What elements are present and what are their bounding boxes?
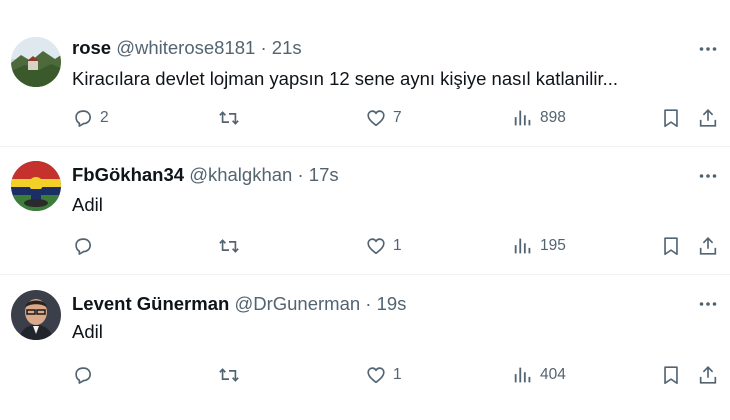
separator-dot: · [297,164,304,185]
tweet-header: Levent Günerman @DrGunerman · 19s [72,293,406,315]
reply-button[interactable]: 2 [72,104,109,132]
bookmark-button[interactable] [660,361,682,389]
timestamp[interactable]: 19s [377,293,407,314]
reply-icon [75,367,91,384]
retweet-button[interactable] [218,232,246,260]
user-handle[interactable]: @khalgkhan [189,164,292,185]
heart-icon [367,367,385,384]
tweet[interactable]: Levent Günerman @DrGunerman · 19s Adil 1 [0,275,730,420]
tweet-text: Adil [72,321,103,342]
reply-icon [75,110,91,127]
avatar[interactable] [11,290,61,340]
views-count: 898 [540,109,566,126]
tweet-text: Adil [72,194,103,215]
reply-count: 2 [100,109,109,126]
heart-icon [367,110,385,127]
separator-dot: · [260,37,267,58]
tweet-text: Kiracılara devlet lojman yapsın 12 sene … [72,68,619,89]
reply-button[interactable] [72,232,100,260]
share-button[interactable] [697,361,719,389]
retweet-icon [219,239,239,253]
like-count: 1 [393,366,402,383]
more-icon[interactable] [698,294,718,314]
like-button[interactable]: 7 [365,104,402,132]
tweet[interactable]: rose @whiterose8181 · 21s Kiracılara dev… [0,0,730,147]
timestamp[interactable]: 17s [309,164,339,185]
reply-button[interactable] [72,361,100,389]
share-icon [699,366,717,384]
display-name[interactable]: Levent Günerman [72,293,229,314]
reply-feed: rose @whiterose8181 · 21s Kiracılara dev… [0,0,730,420]
timestamp[interactable]: 21s [272,37,302,58]
avatar[interactable] [11,161,61,211]
retweet-icon [219,368,239,382]
tweet-header: rose @whiterose8181 · 21s [72,37,302,59]
views-count: 195 [540,237,566,254]
bookmark-icon [664,237,678,256]
tweet-actions: 1 404 [0,361,730,389]
retweet-button[interactable] [218,361,246,389]
bookmark-icon [664,109,678,128]
tweet-header: FbGökhan34 @khalgkhan · 17s [72,164,339,186]
reply-icon [75,238,91,255]
separator-dot: · [365,293,372,314]
views-button[interactable]: 898 [512,104,566,132]
user-handle[interactable]: @whiterose8181 [116,37,255,58]
like-button[interactable]: 1 [365,232,402,260]
user-handle[interactable]: @DrGunerman [234,293,360,314]
share-icon [699,237,717,255]
views-icon [514,238,531,254]
views-button[interactable]: 195 [512,232,566,260]
more-icon[interactable] [698,39,718,59]
like-button[interactable]: 1 [365,361,402,389]
tweet-actions: 1 195 [0,232,730,260]
retweet-button[interactable] [218,104,246,132]
tweet[interactable]: FbGökhan34 @khalgkhan · 17s Adil 1 195 [0,147,730,275]
share-icon [699,109,717,127]
bookmark-button[interactable] [660,104,682,132]
avatar[interactable] [11,37,61,87]
views-button[interactable]: 404 [512,361,566,389]
retweet-icon [219,111,239,125]
like-count: 7 [393,109,402,126]
heart-icon [367,238,385,255]
tweet-actions: 2 7 898 [0,104,730,132]
more-icon[interactable] [698,166,718,186]
views-icon [514,367,531,383]
bookmark-icon [664,366,678,385]
display-name[interactable]: FbGökhan34 [72,164,184,185]
bookmark-button[interactable] [660,232,682,260]
share-button[interactable] [697,232,719,260]
display-name[interactable]: rose [72,37,111,58]
share-button[interactable] [697,104,719,132]
like-count: 1 [393,237,402,254]
views-icon [514,110,531,126]
views-count: 404 [540,366,566,383]
